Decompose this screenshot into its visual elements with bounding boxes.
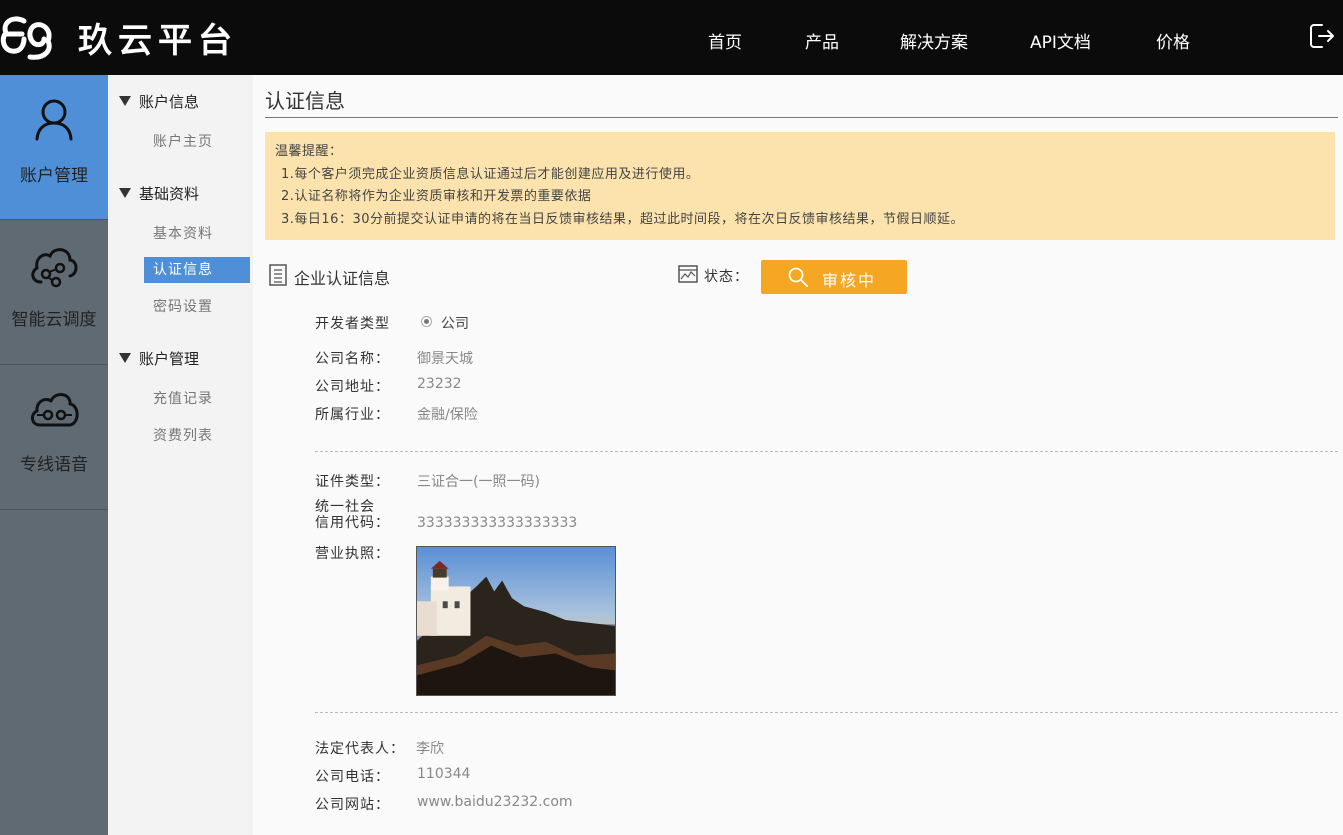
credit-code-row: 统一社会 信用代码： 333333333333333333 bbox=[253, 499, 1343, 535]
section-divider bbox=[315, 451, 1338, 452]
document-icon bbox=[269, 264, 287, 286]
industry-value: 金融/保险 bbox=[417, 407, 478, 423]
company-address-value: 23232 bbox=[417, 376, 462, 392]
title-divider bbox=[265, 117, 1338, 118]
menu-item-password-settings[interactable]: 密码设置 bbox=[144, 294, 250, 320]
company-name-value: 御景天城 bbox=[417, 351, 473, 367]
company-website-row: 公司网站： www.baidu23232.com bbox=[253, 794, 1343, 814]
menu-group-title: 账户管理 bbox=[139, 350, 200, 368]
search-icon bbox=[788, 267, 808, 287]
credit-code-value: 333333333333333333 bbox=[417, 515, 578, 531]
chart-status-icon bbox=[678, 265, 698, 283]
section-divider bbox=[315, 712, 1338, 713]
field-label: 统一社会 bbox=[315, 499, 375, 515]
company-phone-value: 110344 bbox=[417, 766, 471, 782]
field-label: 公司电话： bbox=[315, 769, 390, 785]
menu-group-title: 基础资料 bbox=[139, 185, 200, 203]
nav-pricing[interactable]: 价格 bbox=[1156, 28, 1190, 53]
notice-line: 2.认证名称将作为企业资质审核和开发票的重要依据 bbox=[281, 189, 592, 204]
primary-sidebar: 账户管理 智能云调度 专线语音 bbox=[0, 75, 108, 835]
brand-name: 玖云平台 bbox=[78, 20, 238, 61]
collapse-triangle-icon bbox=[119, 352, 131, 363]
cloud-network-icon bbox=[31, 248, 78, 288]
collapse-triangle-icon bbox=[119, 187, 131, 198]
field-label: 营业执照： bbox=[315, 546, 390, 562]
nav-solutions[interactable]: 解决方案 bbox=[900, 28, 968, 53]
developer-type-row: 开发者类型 公司 bbox=[253, 313, 1343, 333]
menu-item-basic-profile[interactable]: 基本资料 bbox=[144, 221, 250, 247]
menu-item-recharge-records[interactable]: 充值记录 bbox=[144, 386, 250, 412]
menu-group-title: 账户信息 bbox=[139, 93, 200, 111]
sidebar-item-label: 智能云调度 bbox=[11, 310, 97, 330]
developer-type-radio[interactable] bbox=[421, 316, 432, 327]
sidebar-item-dedicated-voice[interactable]: 专线语音 bbox=[0, 365, 108, 510]
field-label: 证件类型： bbox=[315, 474, 390, 490]
menu-item-tariff-list[interactable]: 资费列表 bbox=[144, 423, 250, 449]
secondary-sidebar: 账户信息 账户主页 基础资料 基本资料 认证信息 密码设置 账户管理 充值记录 … bbox=[108, 75, 253, 835]
logout-icon[interactable] bbox=[1308, 22, 1336, 50]
main-content: 认证信息 温馨提醒： 1.每个客户须完成企业资质信息认证通过后才能创建应用及进行… bbox=[253, 75, 1343, 835]
legal-rep-row: 法定代表人： 李欣 bbox=[253, 738, 1343, 758]
field-label: 公司地址： bbox=[315, 379, 390, 395]
sidebar-item-label: 专线语音 bbox=[20, 455, 88, 475]
business-license-image[interactable] bbox=[416, 546, 616, 696]
page-title: 认证信息 bbox=[265, 89, 345, 113]
nav-products[interactable]: 产品 bbox=[805, 28, 839, 53]
field-label: 信用代码： bbox=[315, 515, 390, 531]
menu-group-basic-info[interactable]: 基础资料 bbox=[119, 183, 199, 204]
legal-rep-value: 李欣 bbox=[416, 741, 444, 757]
company-phone-row: 公司电话： 110344 bbox=[253, 766, 1343, 786]
developer-type-value: 公司 bbox=[441, 316, 469, 332]
top-navigation-bar: 玖云平台 首页 产品 解决方案 API文档 价格 bbox=[0, 0, 1343, 75]
status-value: 审核中 bbox=[822, 271, 877, 290]
nav-api-docs[interactable]: API文档 bbox=[1030, 28, 1091, 53]
status-label: 状态： bbox=[704, 269, 749, 285]
sidebar-item-cloud-dispatch[interactable]: 智能云调度 bbox=[0, 220, 108, 365]
company-address-row: 公司地址： 23232 bbox=[253, 376, 1343, 396]
cert-type-value: 三证合一(一照一码) bbox=[417, 474, 540, 490]
section-title: 企业认证信息 bbox=[294, 269, 391, 288]
menu-item-account-home[interactable]: 账户主页 bbox=[144, 129, 250, 155]
notice-box: 温馨提醒： 1.每个客户须完成企业资质信息认证通过后才能创建应用及进行使用。 2… bbox=[265, 132, 1335, 240]
notice-line: 1.每个客户须完成企业资质信息认证通过后才能创建应用及进行使用。 bbox=[281, 166, 700, 182]
menu-group-account-info[interactable]: 账户信息 bbox=[119, 91, 199, 112]
field-label: 法定代表人： bbox=[315, 741, 405, 757]
field-label: 公司网站： bbox=[315, 797, 390, 813]
field-label: 公司名称： bbox=[315, 351, 390, 367]
sidebar-item-label: 账户管理 bbox=[20, 166, 88, 186]
company-name-row: 公司名称： 御景天城 bbox=[253, 348, 1343, 368]
cloud-voice-icon bbox=[31, 393, 79, 427]
status-badge: 审核中 bbox=[761, 260, 907, 294]
brand-logo[interactable]: 玖云平台 bbox=[0, 13, 238, 61]
notice-line: 3.每日16：30分前提交认证申请的将在当日反馈审核结果，超过此时间段，将在次日… bbox=[281, 211, 964, 227]
nav-home[interactable]: 首页 bbox=[708, 28, 742, 53]
industry-row: 所属行业： 金融/保险 bbox=[253, 404, 1343, 424]
cert-type-row: 证件类型： 三证合一(一照一码) bbox=[253, 471, 1343, 491]
sidebar-item-account-management[interactable]: 账户管理 bbox=[0, 75, 108, 220]
user-icon bbox=[35, 99, 73, 141]
field-label: 所属行业： bbox=[315, 407, 390, 423]
company-website-value: www.baidu23232.com bbox=[417, 794, 573, 810]
brand-logo-icon bbox=[0, 16, 52, 60]
notice-heading: 温馨提醒： bbox=[275, 144, 343, 159]
collapse-triangle-icon bbox=[119, 95, 131, 106]
menu-item-certification-info[interactable]: 认证信息 bbox=[144, 257, 250, 283]
menu-group-account-management[interactable]: 账户管理 bbox=[119, 348, 199, 369]
field-label: 开发者类型 bbox=[315, 316, 390, 332]
